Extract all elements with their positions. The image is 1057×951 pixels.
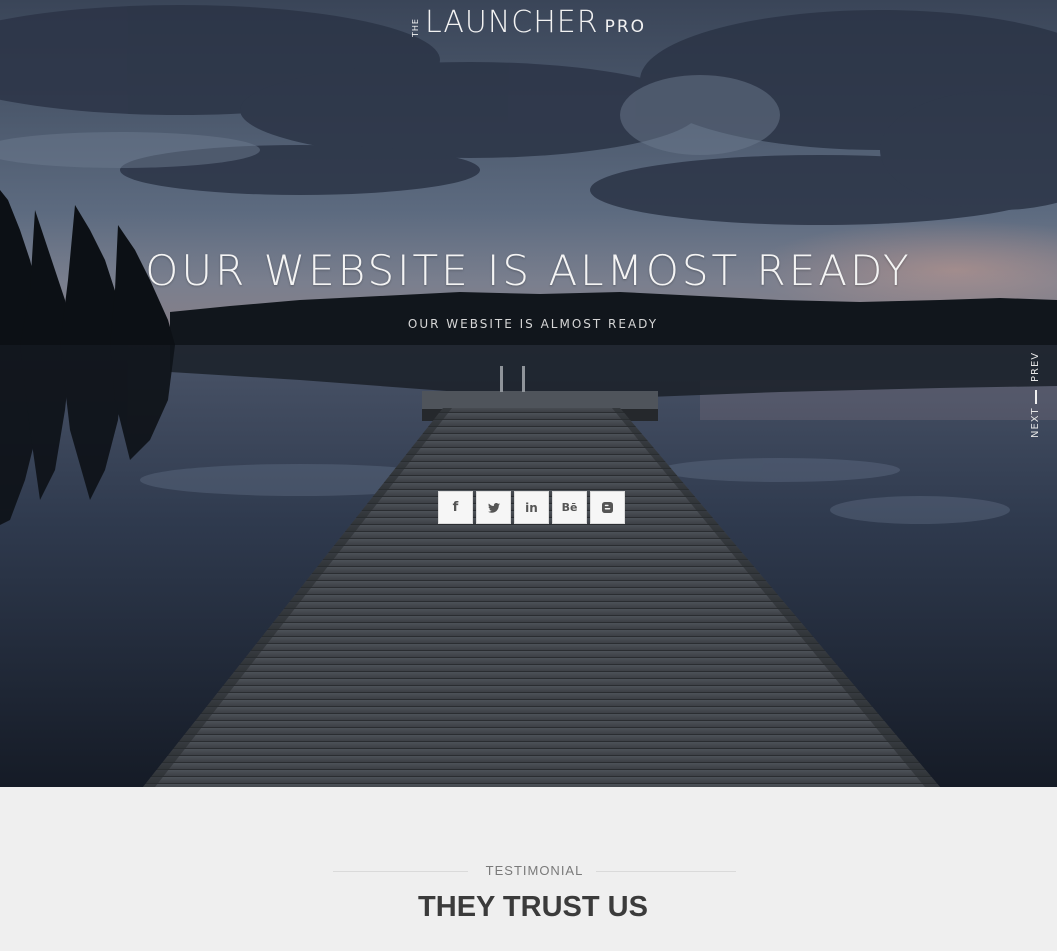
hero-section: THE LAUNCHER PRO OUR WEBSITE IS ALMOST R… <box>0 0 1057 787</box>
section-title: THEY TRUST US <box>418 891 648 923</box>
next-slide-link[interactable]: NEXT <box>1022 407 1050 438</box>
hero-subheadline: OUR WEBSITE IS ALMOST READY <box>407 317 659 331</box>
linkedin-button[interactable]: in <box>514 491 549 524</box>
twitter-icon <box>487 502 500 513</box>
eyebrow-divider-right <box>596 871 736 872</box>
logo-small-text: THE <box>410 18 420 37</box>
social-links: f in Bē <box>438 491 625 524</box>
section-eyebrow-row: TESTIMONIAL <box>333 863 736 881</box>
behance-icon: Bē <box>561 501 578 514</box>
slide-navigation: PREV NEXT <box>1022 348 1050 443</box>
linkedin-icon: in <box>525 500 538 515</box>
blogger-icon <box>602 502 613 513</box>
testimonial-section: TESTIMONIAL THEY TRUST US <box>0 787 1057 951</box>
site-logo[interactable]: THE LAUNCHER PRO <box>0 6 1057 41</box>
slide-nav-divider <box>1035 390 1037 404</box>
logo-main-text: LAUNCHER <box>424 5 599 40</box>
twitter-button[interactable] <box>476 491 511 524</box>
hero-headline: OUR WEBSITE IS ALMOST READY <box>145 246 912 295</box>
facebook-icon: f <box>452 500 459 515</box>
landing-page: THE LAUNCHER PRO OUR WEBSITE IS ALMOST R… <box>0 0 1057 951</box>
blogger-button[interactable] <box>590 491 625 524</box>
lake-dock-background <box>0 0 1057 787</box>
behance-button[interactable]: Bē <box>552 491 587 524</box>
logo-suffix-text: PRO <box>604 17 647 37</box>
facebook-button[interactable]: f <box>438 491 473 524</box>
prev-slide-link[interactable]: PREV <box>1022 350 1050 384</box>
